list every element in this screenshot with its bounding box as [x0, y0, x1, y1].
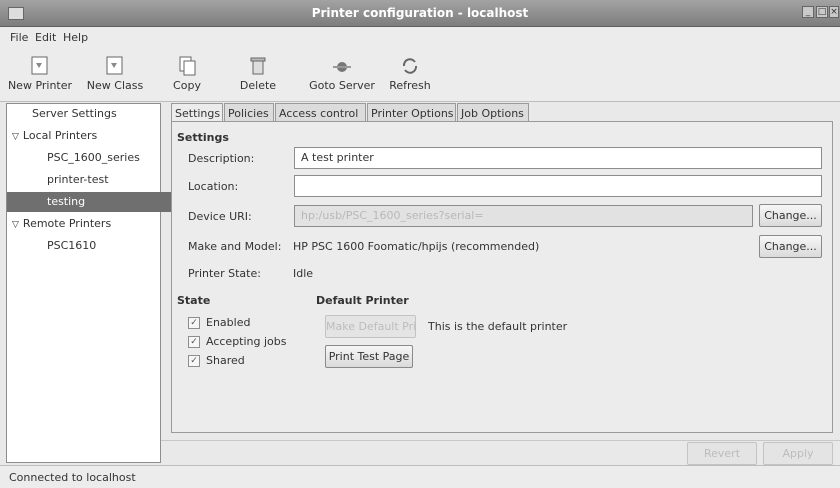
- copy-button[interactable]: Copy: [171, 49, 203, 99]
- printer-state-label: Printer State:: [188, 267, 261, 280]
- copy-icon: [179, 56, 196, 76]
- change-device-button[interactable]: Change...: [759, 204, 822, 227]
- close-icon[interactable]: ×: [829, 6, 839, 18]
- goto-server-button[interactable]: Goto Server: [307, 49, 377, 99]
- settings-heading: Settings: [177, 131, 229, 144]
- change-model-button[interactable]: Change...: [759, 235, 822, 258]
- apply-button: Apply: [763, 442, 833, 465]
- description-label: Description:: [188, 152, 255, 165]
- make-default-button: Make Default Printer: [325, 315, 416, 338]
- maximize-icon[interactable]: □: [816, 6, 828, 18]
- tab-printer-options[interactable]: Printer Options: [367, 103, 456, 122]
- status-bar: Connected to localhost: [0, 465, 840, 488]
- accepting-jobs-checkbox[interactable]: ✓ Accepting jobs: [188, 335, 287, 348]
- device-uri-field: hp:/usb/PSC_1600_series?serial=: [294, 205, 753, 227]
- menu-file[interactable]: File: [10, 31, 28, 44]
- server-icon: [333, 62, 351, 72]
- expander-icon[interactable]: ▽: [12, 220, 19, 230]
- sidebar-item-remote-printers[interactable]: ▽ Remote Printers: [7, 214, 165, 234]
- status-text: Connected to localhost: [9, 471, 136, 484]
- minimize-icon[interactable]: _: [802, 6, 814, 18]
- enabled-checkbox[interactable]: ✓ Enabled: [188, 316, 250, 329]
- menu-help[interactable]: Help: [63, 31, 88, 44]
- menu-bar: File Edit Help: [0, 27, 840, 47]
- window-title: Printer configuration - localhost: [311, 6, 529, 20]
- trash-icon: [250, 57, 266, 75]
- settings-panel: Settings Description: A test printer Loc…: [171, 121, 833, 433]
- footer-divider: [161, 440, 840, 441]
- make-model-label: Make and Model:: [188, 240, 282, 253]
- title-bar: Printer configuration - localhost _ □ ×: [0, 0, 840, 27]
- revert-button: Revert: [687, 442, 757, 465]
- sidebar-item-local-printers[interactable]: ▽ Local Printers: [7, 126, 165, 146]
- tab-job-options[interactable]: Job Options: [457, 103, 529, 122]
- new-printer-icon: [31, 56, 48, 75]
- state-heading: State: [177, 294, 211, 307]
- tab-access-control[interactable]: Access control: [275, 103, 366, 122]
- shared-checkbox[interactable]: ✓ Shared: [188, 354, 245, 367]
- sidebar-item-server-settings[interactable]: Server Settings: [7, 104, 185, 124]
- refresh-button[interactable]: Refresh: [385, 49, 435, 99]
- expander-icon[interactable]: ▽: [12, 132, 19, 142]
- new-class-button[interactable]: New Class: [79, 49, 151, 99]
- tab-policies[interactable]: Policies: [224, 103, 274, 122]
- new-printer-button[interactable]: New Printer: [6, 49, 74, 99]
- printer-tree: Server Settings ▽ Local Printers PSC_1600…: [6, 103, 200, 463]
- delete-button[interactable]: Delete: [237, 49, 279, 99]
- refresh-icon: [402, 58, 418, 74]
- checkbox-checked-icon: ✓: [188, 317, 200, 329]
- device-uri-label: Device URI:: [188, 210, 252, 223]
- location-label: Location:: [188, 180, 239, 193]
- location-field[interactable]: [294, 175, 822, 197]
- description-field[interactable]: A test printer: [294, 147, 822, 169]
- default-printer-heading: Default Printer: [316, 294, 409, 307]
- menu-edit[interactable]: Edit: [35, 31, 56, 44]
- new-class-icon: [106, 56, 123, 75]
- default-printer-text: This is the default printer: [428, 320, 568, 333]
- printer-state-value: Idle: [293, 267, 314, 280]
- print-test-page-button[interactable]: Print Test Page: [325, 345, 413, 368]
- checkbox-checked-icon: ✓: [188, 355, 200, 367]
- make-model-value: HP PSC 1600 Foomatic/hpijs (recommended): [293, 240, 540, 253]
- toolbar: New Printer New Class Copy Delete Goto S…: [0, 47, 840, 102]
- checkbox-checked-icon: ✓: [188, 336, 200, 348]
